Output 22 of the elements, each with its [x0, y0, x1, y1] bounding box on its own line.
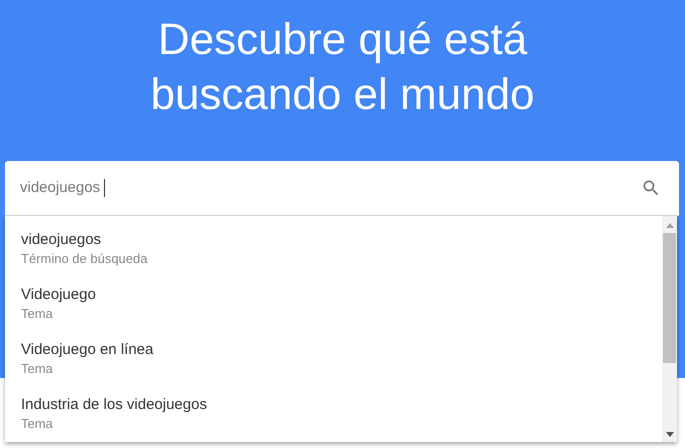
hero-title: Descubre qué está — [158, 14, 528, 66]
hero-title: buscando el mundo — [150, 69, 535, 121]
suggestion-label: Industria de los videojuegos — [21, 394, 208, 414]
suggestion-type: Término de búsqueda — [21, 250, 148, 268]
scroll-down-icon[interactable] — [666, 432, 674, 437]
suggestion-label: Videojuego — [21, 284, 97, 304]
suggestion-type: Tema — [21, 360, 54, 378]
scrollbar[interactable] — [662, 216, 677, 442]
suggestion-item[interactable]: Videojuego en línea Tema — [5, 331, 662, 386]
search-value: videojuegos — [20, 178, 100, 198]
suggestion-label: videojuegos — [21, 230, 102, 250]
scrollbar-thumb[interactable] — [663, 233, 676, 363]
suggestion-item[interactable]: Videojuego Tema — [5, 276, 662, 331]
suggestion-label: Videojuego en línea — [21, 340, 154, 360]
scroll-up-icon[interactable] — [666, 223, 674, 228]
suggestion-type: Tema — [21, 414, 54, 432]
search-icon[interactable] — [641, 178, 661, 198]
suggestion-item[interactable]: Industria de los videojuegos Tema — [5, 386, 662, 441]
suggestion-type: Tema — [21, 304, 54, 322]
text-cursor — [104, 179, 106, 197]
suggestion-item[interactable]: videojuegos Término de búsqueda — [5, 221, 662, 276]
search-field[interactable]: videojuegos — [5, 161, 679, 216]
